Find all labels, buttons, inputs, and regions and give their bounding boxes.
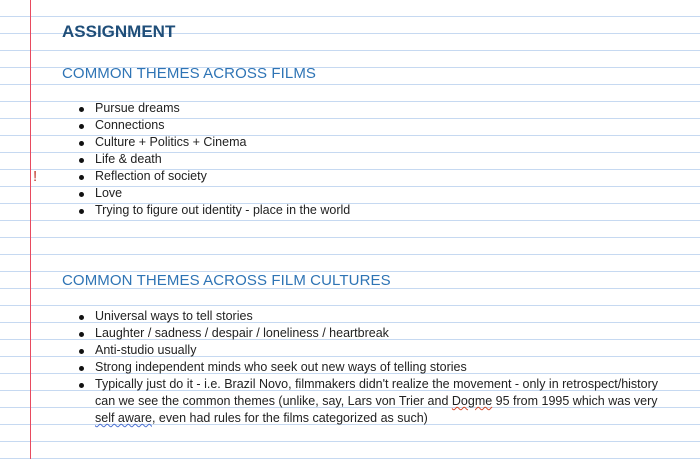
list-item-text: Reflection of society — [95, 169, 207, 183]
list-item: Strong independent minds who seek out ne… — [62, 359, 677, 376]
list-item-flagged: ! Reflection of society — [33, 168, 677, 185]
list-item: Life & death — [62, 151, 677, 168]
list-item: Trying to figure out identity - place in… — [62, 202, 677, 219]
list-item: Connections — [62, 117, 677, 134]
list-item: Anti-studio usually — [62, 342, 677, 359]
list-item: Culture + Politics + Cinema — [62, 134, 677, 151]
grammar-check-word: self aware — [95, 411, 152, 425]
list-item: Love — [62, 185, 677, 202]
list-item-text: , even had rules for the films categoriz… — [151, 411, 428, 425]
themes-films-list: Pursue dreams Connections Culture + Poli… — [33, 100, 677, 219]
section-heading-films: COMMON THEMES ACROSS FILMS — [62, 65, 317, 82]
themes-film-cultures-list: Universal ways to tell stories Laughter … — [62, 308, 677, 427]
list-item: Laughter / sadness / despair / lonelines… — [62, 325, 677, 342]
section-heading-film-cultures: COMMON THEMES ACROSS FILM CULTURES — [62, 272, 391, 289]
list-item-multiline: Typically just do it - i.e. Brazil Novo,… — [62, 376, 677, 427]
page-margin-line — [30, 0, 31, 459]
page-title: ASSIGNMENT — [62, 22, 176, 41]
spellcheck-word: Dogme — [451, 394, 493, 408]
list-item: Pursue dreams — [62, 100, 677, 117]
flag-icon: ! — [33, 168, 38, 185]
list-item: Universal ways to tell stories — [62, 308, 677, 325]
list-item-text: 95 from 1995 which was very — [492, 394, 658, 408]
